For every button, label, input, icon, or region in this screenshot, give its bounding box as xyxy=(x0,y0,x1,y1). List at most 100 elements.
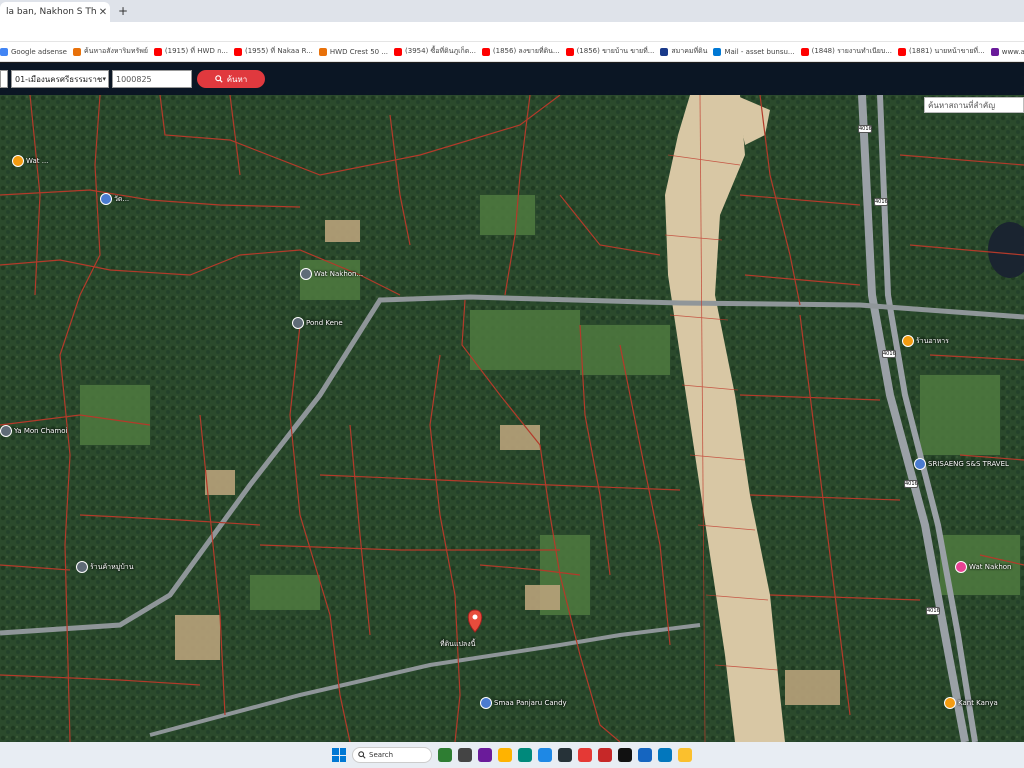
poi-label: Wat Nakhon... xyxy=(314,270,364,278)
youtube-icon xyxy=(800,47,809,56)
map-poi[interactable]: Wat Nakhon... xyxy=(300,268,363,280)
new-tab-button[interactable]: + xyxy=(114,4,132,18)
route-badge: 4016 xyxy=(858,125,872,133)
edge-icon[interactable] xyxy=(518,748,532,762)
bookmark-item[interactable]: ค้นหาอสังหาริมทรัพย์ xyxy=(73,46,148,57)
brave-icon[interactable] xyxy=(578,748,592,762)
restaurant-icon xyxy=(12,155,24,167)
poi-label: Wat Nakhon xyxy=(969,563,1012,571)
district-select-value: 01-เมืองนครศรีธรรมราช xyxy=(15,74,103,84)
word-icon[interactable] xyxy=(658,748,672,762)
restaurant-icon xyxy=(944,697,956,709)
bookmark-item[interactable]: (1955) ที่ Nakaa R... xyxy=(233,46,313,57)
chat-icon[interactable] xyxy=(478,748,492,762)
map-poi[interactable]: Kant Kanya xyxy=(944,697,998,709)
bookmark-label: HWD Crest 50 ... xyxy=(329,47,389,56)
task-view-icon[interactable] xyxy=(458,748,472,762)
route-badge: 4016 xyxy=(926,607,940,615)
poi-label: Kant Kanya xyxy=(958,699,998,707)
satellite-map[interactable]: ค้นหาสถานที่สำคัญ Wat ... วัด... Wat Nak… xyxy=(0,95,1024,742)
bookmark-label: (1915) ที่ HWD ก... xyxy=(164,47,228,55)
poi-label: Ya Mon Chamoi xyxy=(14,427,68,435)
address-bar[interactable] xyxy=(0,22,1024,42)
app-icon[interactable] xyxy=(558,748,572,762)
search-button-label: ค้นหา xyxy=(226,74,248,84)
poi-label: วัด... xyxy=(114,194,130,203)
bookmark-label: (1856) ขายบ้าน ขายที่... xyxy=(576,47,655,55)
bookmark-label: (1955) ที่ Nakaa R... xyxy=(244,47,313,55)
taskbar-search-label: Search xyxy=(369,751,394,759)
bookmark-icon xyxy=(660,47,669,56)
bookmark-item[interactable]: Google adsense xyxy=(0,47,67,56)
bookmark-label: www.asy.com adfly... xyxy=(1001,47,1024,56)
province-select[interactable] xyxy=(0,70,8,88)
map-poi[interactable]: Wat ... xyxy=(12,155,48,167)
bookmark-label: Mail - asset bunsu... xyxy=(724,47,795,56)
map-poi[interactable]: Ya Mon Chamoi xyxy=(0,425,67,437)
poi-label: Smaa Panjaru Candy xyxy=(494,699,567,707)
youtube-icon xyxy=(394,47,403,56)
bookmark-label: (3954) ซื้อที่ดินภูเก็ต... xyxy=(405,47,476,55)
parcel-number-input[interactable]: 1000825 xyxy=(112,70,192,88)
bookmark-item[interactable]: (3954) ซื้อที่ดินภูเก็ต... xyxy=(394,46,476,57)
bookmark-item[interactable]: (1848) รายงานทำเนียบ... xyxy=(800,46,892,57)
bookmark-label: (1848) รายงานทำเนียบ... xyxy=(811,47,892,55)
chrome-icon[interactable] xyxy=(678,748,692,762)
bookmark-icon xyxy=(0,47,8,56)
bookmark-item[interactable]: www.asy.com adfly... xyxy=(990,47,1024,56)
bookmark-icon xyxy=(318,47,327,56)
map-poi[interactable]: ร้านค้าหมู่บ้าน xyxy=(76,561,133,573)
map-poi[interactable]: Smaa Panjaru Candy xyxy=(480,697,567,709)
youtube-icon xyxy=(481,47,490,56)
search-icon xyxy=(358,751,366,759)
youtube-icon xyxy=(153,47,162,56)
taskbar-search[interactable]: Search xyxy=(352,747,432,763)
route-badge: 4016 xyxy=(904,480,918,488)
bookmarks-bar: Google adsense ค้นหาอสังหาริมทรัพย์ (191… xyxy=(0,42,1024,62)
map-canvas[interactable] xyxy=(0,95,1024,742)
bookmark-icon xyxy=(990,47,999,56)
restaurant-icon xyxy=(902,335,914,347)
map-place-search-input[interactable]: ค้นหาสถานที่สำคัญ xyxy=(924,97,1024,113)
map-poi-selected[interactable]: ที่ดินแปลงนี้ xyxy=(440,639,475,650)
route-badge: 4016 xyxy=(882,350,896,358)
map-poi[interactable]: วัด... xyxy=(100,193,129,205)
tiktok-icon[interactable] xyxy=(618,748,632,762)
poi-label: ร้านค้าหมู่บ้าน xyxy=(90,562,134,571)
map-poi[interactable]: Pond Kene xyxy=(292,317,343,329)
file-explorer-icon[interactable] xyxy=(498,748,512,762)
bookmark-item[interactable]: Mail - asset bunsu... xyxy=(713,47,795,56)
mail-icon xyxy=(713,47,722,56)
store-icon[interactable] xyxy=(538,748,552,762)
bookmark-label: สมาคมที่ดิน xyxy=(671,47,708,55)
district-select[interactable]: 01-เมืองนครศรีธรรมราช ▾ xyxy=(11,70,109,88)
bookmark-item[interactable]: (1856) ขายบ้าน ขายที่... xyxy=(565,46,655,57)
pin-icon xyxy=(292,317,304,329)
widgets-icon[interactable] xyxy=(438,748,452,762)
map-poi[interactable]: Wat Nakhon xyxy=(955,561,1011,573)
shop-icon xyxy=(955,561,967,573)
browser-tab-strip: la ban, Nakhon S Thammarat ✕ + xyxy=(0,0,1024,22)
outlook-icon[interactable] xyxy=(638,748,652,762)
bookmark-item[interactable]: HWD Crest 50 ... xyxy=(318,47,389,56)
youtube-icon xyxy=(565,47,574,56)
youtube-icon xyxy=(897,47,906,56)
bookmark-item[interactable]: (1856) ลงขายที่ดิน... xyxy=(481,46,560,57)
bookmark-label: (1881) นายหน้าขายที่... xyxy=(908,47,985,55)
place-icon xyxy=(100,193,112,205)
pin-icon xyxy=(300,268,312,280)
bookmark-item[interactable]: (1881) นายหน้าขายที่... xyxy=(897,46,985,57)
windows-start-icon[interactable] xyxy=(332,748,346,762)
opera-icon[interactable] xyxy=(598,748,612,762)
poi-label: ที่ดินแปลงนี้ xyxy=(440,640,476,648)
bookmark-item[interactable]: (1915) ที่ HWD ก... xyxy=(153,46,228,57)
route-badge: 4016 xyxy=(874,198,888,206)
bookmark-item[interactable]: สมาคมที่ดิน xyxy=(660,46,707,57)
search-button[interactable]: ค้นหา xyxy=(197,70,265,88)
map-poi[interactable]: SRISAENG S&S TRAVEL xyxy=(914,458,1009,470)
map-poi[interactable]: ร้านอาหาร xyxy=(902,335,949,347)
pin-icon xyxy=(0,425,12,437)
close-icon[interactable]: ✕ xyxy=(96,7,110,18)
browser-tab[interactable]: la ban, Nakhon S Thammarat ✕ xyxy=(0,2,110,22)
search-icon xyxy=(214,75,223,83)
